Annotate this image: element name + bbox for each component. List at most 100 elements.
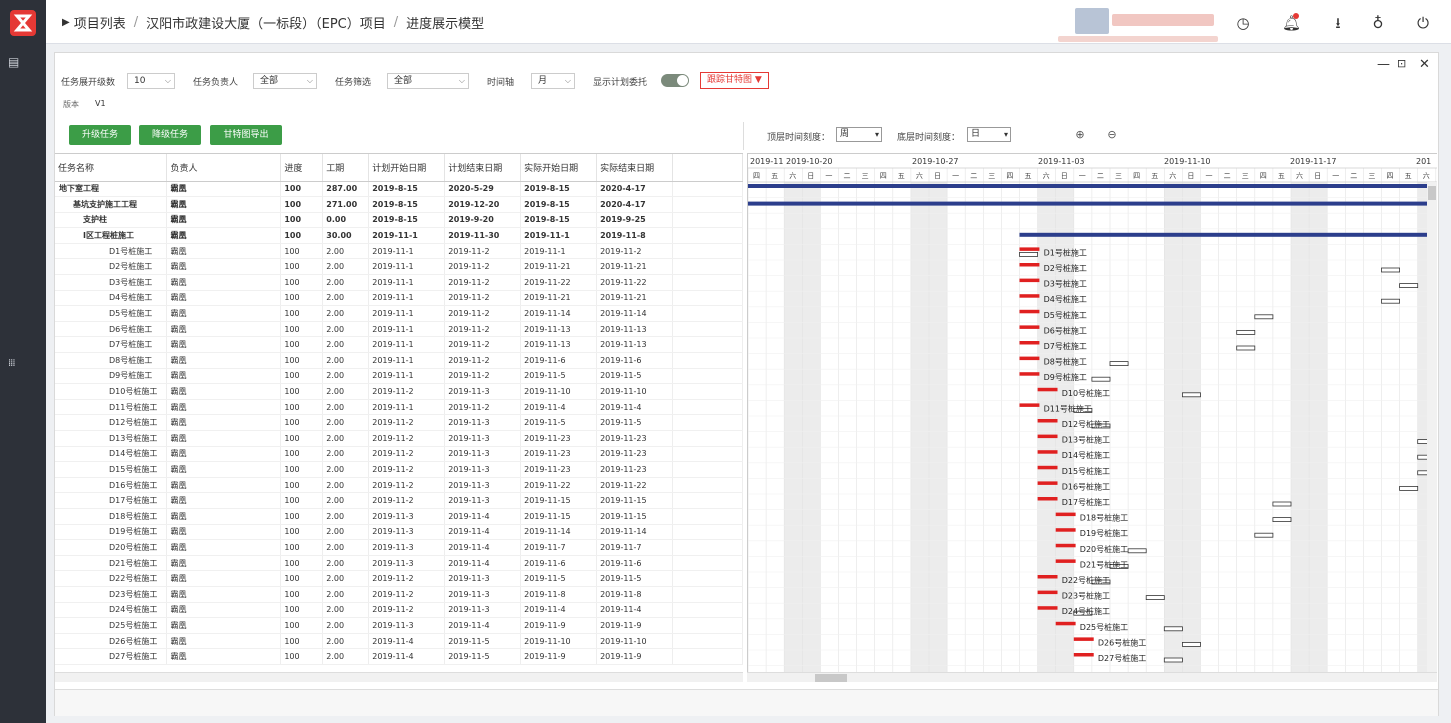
gantt-canvas: 2019-11 2019-10-20 2019-10-27 2019-11-03 201… bbox=[748, 157, 1437, 681]
table-cell bbox=[672, 321, 743, 338]
power-icon[interactable]: ⏻ bbox=[1414, 14, 1432, 32]
app-logo[interactable] bbox=[8, 8, 38, 38]
table-row[interactable]: D10号桩施工 霸凰 100 2.00 2019-11-2 2019-11-3 2019-1… bbox=[55, 383, 743, 400]
table-row[interactable]: D5号桩施工 霸凰 100 2.00 2019-11-1 2019-11-2 2019-11… bbox=[55, 305, 743, 322]
table-cell: 2019-11-5 bbox=[596, 414, 674, 431]
table-row[interactable]: D7号桩施工 霸凰 100 2.00 2019-11-1 2019-11-2 2019-11… bbox=[55, 336, 743, 354]
breadcrumb-project-list[interactable]: 项目列表 bbox=[74, 13, 126, 32]
table-horizontal-scrollbar[interactable] bbox=[55, 672, 743, 682]
table-row[interactable]: D6号桩施工 霸凰 100 2.00 2019-11-1 2019-11-2 2019-11… bbox=[55, 321, 743, 338]
filter-value: 全部 bbox=[394, 76, 413, 86]
table-row[interactable]: D12号桩施工 霸凰 100 2.00 2019-11-2 2019-11-3 2019-1… bbox=[55, 414, 743, 431]
clock-icon[interactable]: ◷ bbox=[1234, 14, 1252, 32]
restore-icon[interactable]: ⊡ bbox=[1397, 57, 1406, 70]
table-row[interactable]: D14号桩施工 霸凰 100 2.00 2019-11-2 2019-11-3 2019-1… bbox=[55, 446, 743, 463]
day-label: 五 bbox=[898, 172, 905, 180]
task-name-cell: D11号桩施工 bbox=[55, 399, 168, 416]
table-row[interactable]: D9号桩施工 霸凰 100 2.00 2019-11-1 2019-11-2 2019-11… bbox=[55, 368, 743, 385]
close-icon[interactable]: ✕ bbox=[1419, 57, 1430, 72]
version-value[interactable]: V1 bbox=[95, 99, 106, 108]
filter-select[interactable]: 全部 ⌵ bbox=[387, 73, 469, 89]
upgrade-task-button[interactable]: 升级任务 bbox=[69, 125, 131, 145]
menu-icon[interactable]: ▤ bbox=[8, 56, 22, 68]
table-row[interactable]: D23号桩施工 霸凰 100 2.00 2019-11-2 2019-11-3 2019-1… bbox=[55, 586, 743, 603]
column-header[interactable]: 负责人 bbox=[166, 154, 282, 182]
axis-select[interactable]: 月 ⌵ bbox=[531, 73, 575, 89]
column-header[interactable]: 实际结束日期 bbox=[596, 154, 674, 182]
apps-grid-icon[interactable]: ⁞⁞⁞ bbox=[8, 358, 22, 370]
table-row[interactable]: D2号桩施工 霸凰 100 2.00 2019-11-1 2019-11-2 2019-11… bbox=[55, 258, 743, 276]
zoom-out-icon[interactable]: ⊖ bbox=[1105, 128, 1119, 142]
table-row[interactable]: D27号桩施工 霸凰 100 2.00 2019-11-4 2019-11-5 2019-1… bbox=[55, 648, 743, 665]
summary-bar bbox=[748, 184, 1437, 188]
gantt-horizontal-scrollbar[interactable] bbox=[747, 672, 1437, 682]
table-row[interactable]: D25号桩施工 霸凰 100 2.00 2019-11-3 2019-11-4 2019-1… bbox=[55, 617, 743, 634]
day-label: 五 bbox=[1151, 172, 1158, 180]
table-cell: 2.00 bbox=[322, 446, 370, 463]
owner-value: 全部 bbox=[260, 76, 279, 86]
table-row[interactable]: I区工程桩施工 霸凰 100 30.00 2019-11-1 2019-11-30 2019… bbox=[55, 227, 743, 244]
scroll-thumb[interactable] bbox=[815, 674, 847, 682]
table-cell: 2019-11-23 bbox=[520, 461, 598, 478]
table-row[interactable]: D17号桩施工 霸凰 100 2.00 2019-11-2 2019-11-3 2019-1… bbox=[55, 492, 743, 509]
column-header[interactable]: 工期 bbox=[322, 154, 370, 182]
task-name-cell: D20号桩施工 bbox=[55, 539, 168, 556]
table-row[interactable]: D15号桩施工 霸凰 100 2.00 2019-11-2 2019-11-3 2019-1… bbox=[55, 461, 743, 478]
plan-bar bbox=[1055, 512, 1076, 517]
column-header[interactable]: 进度 bbox=[280, 154, 324, 182]
lightbulb-icon[interactable]: ♁ bbox=[1369, 14, 1387, 32]
top-scale-select[interactable]: 周 ▾ bbox=[836, 127, 882, 142]
table-cell: 2019-11-5 bbox=[520, 570, 598, 587]
column-header[interactable]: 任务名称 bbox=[55, 154, 168, 182]
bottom-scale-select[interactable]: 日 ▾ bbox=[967, 127, 1011, 142]
plan-bar bbox=[1019, 309, 1040, 314]
table-cell: 100 bbox=[280, 524, 324, 541]
table-cell: 100 bbox=[280, 243, 324, 260]
table-row[interactable]: D13号桩施工 霸凰 100 2.00 2019-11-2 2019-11-3 2019-1… bbox=[55, 430, 743, 447]
table-row[interactable]: 基坑支护施工工程 霸凰 100 271.00 2019-8-15 2019-12-20 20… bbox=[55, 196, 743, 213]
owner-select[interactable]: 全部 ⌵ bbox=[253, 73, 317, 89]
table-cell: 2019-9-20 bbox=[444, 212, 522, 229]
plan-bar bbox=[1019, 341, 1040, 345]
column-header[interactable]: 计划开始日期 bbox=[368, 154, 446, 182]
minimize-icon[interactable]: — bbox=[1377, 57, 1390, 72]
level-select[interactable]: 10 ⌵ bbox=[127, 73, 175, 89]
table-row[interactable]: D21号桩施工 霸凰 100 2.00 2019-11-3 2019-11-4 2019-1… bbox=[55, 555, 743, 572]
table-cell: 2019-11-2 bbox=[444, 290, 522, 307]
download-icon[interactable]: ⭳ bbox=[1329, 14, 1347, 32]
plan-toggle[interactable] bbox=[661, 74, 689, 87]
column-header[interactable]: 计划结束日期 bbox=[444, 154, 522, 182]
user-avatar[interactable] bbox=[1075, 8, 1109, 34]
table-row[interactable]: D19号桩施工 霸凰 100 2.00 2019-11-3 2019-11-4 2019-1… bbox=[55, 524, 743, 541]
column-header[interactable]: 实际开始日期 bbox=[520, 154, 598, 182]
actual-bar bbox=[1109, 361, 1129, 367]
table-row[interactable]: D16号桩施工 霸凰 100 2.00 2019-11-2 2019-11-3 2019-1… bbox=[55, 477, 743, 494]
table-cell: 2019-11-3 bbox=[444, 492, 522, 509]
table-row[interactable]: D4号桩施工 霸凰 100 2.00 2019-11-1 2019-11-2 2019-11… bbox=[55, 290, 743, 307]
table-row[interactable]: D20号桩施工 霸凰 100 2.00 2019-11-3 2019-11-4 2019-1… bbox=[55, 539, 743, 556]
table-row[interactable]: D18号桩施工 霸凰 100 2.00 2019-11-3 2019-11-4 2019-1… bbox=[55, 508, 743, 525]
day-label: 日 bbox=[1061, 172, 1068, 180]
table-row[interactable]: 地下室工程 霸凰 100 287.00 2019-8-15 2020-5-29 2019-8… bbox=[55, 181, 743, 198]
breadcrumb-project[interactable]: 汉阳市政建设大厦（一标段）（EPC）项目 bbox=[146, 13, 386, 32]
zoom-in-icon[interactable]: ⊕ bbox=[1073, 128, 1087, 142]
tracking-gantt-button[interactable]: 跟踪甘特图 ▼ bbox=[700, 72, 769, 89]
table-row[interactable]: 支护柱 霸凰 100 0.00 2019-8-15 2019-9-20 2019-8-15 2… bbox=[55, 212, 743, 229]
table-row[interactable]: D1号桩施工 霸凰 100 2.00 2019-11-1 2019-11-2 2019-11… bbox=[55, 243, 743, 260]
table-row[interactable]: D11号桩施工 霸凰 100 2.00 2019-11-1 2019-11-2 2019-1… bbox=[55, 399, 743, 416]
table-row[interactable]: D22号桩施工 霸凰 100 2.00 2019-11-2 2019-11-3 2019-1… bbox=[55, 570, 743, 587]
table-cell: 霸凰 bbox=[166, 243, 282, 260]
table-cell bbox=[672, 212, 743, 229]
downgrade-task-button[interactable]: 降级任务 bbox=[139, 125, 201, 145]
scroll-thumb[interactable] bbox=[1428, 186, 1436, 200]
table-row[interactable]: D8号桩施工 霸凰 100 2.00 2019-11-1 2019-11-2 2019-11… bbox=[55, 352, 743, 369]
task-bar-label: D3号桩施工 bbox=[1044, 279, 1087, 289]
gantt-vertical-scrollbar[interactable] bbox=[1427, 182, 1437, 681]
plan-bar bbox=[1037, 497, 1058, 501]
export-gantt-button[interactable]: 甘特图导出 bbox=[210, 125, 282, 145]
user-name[interactable] bbox=[1112, 14, 1214, 26]
table-row[interactable]: D24号桩施工 霸凰 100 2.00 2019-11-2 2019-11-3 2019-1… bbox=[55, 602, 743, 619]
table-row[interactable]: D3号桩施工 霸凰 100 2.00 2019-11-1 2019-11-2 2019-11… bbox=[55, 274, 743, 291]
table-cell: 2019-11-15 bbox=[520, 508, 598, 525]
table-row[interactable]: D26号桩施工 霸凰 100 2.00 2019-11-4 2019-11-5 2019-1… bbox=[55, 633, 743, 650]
